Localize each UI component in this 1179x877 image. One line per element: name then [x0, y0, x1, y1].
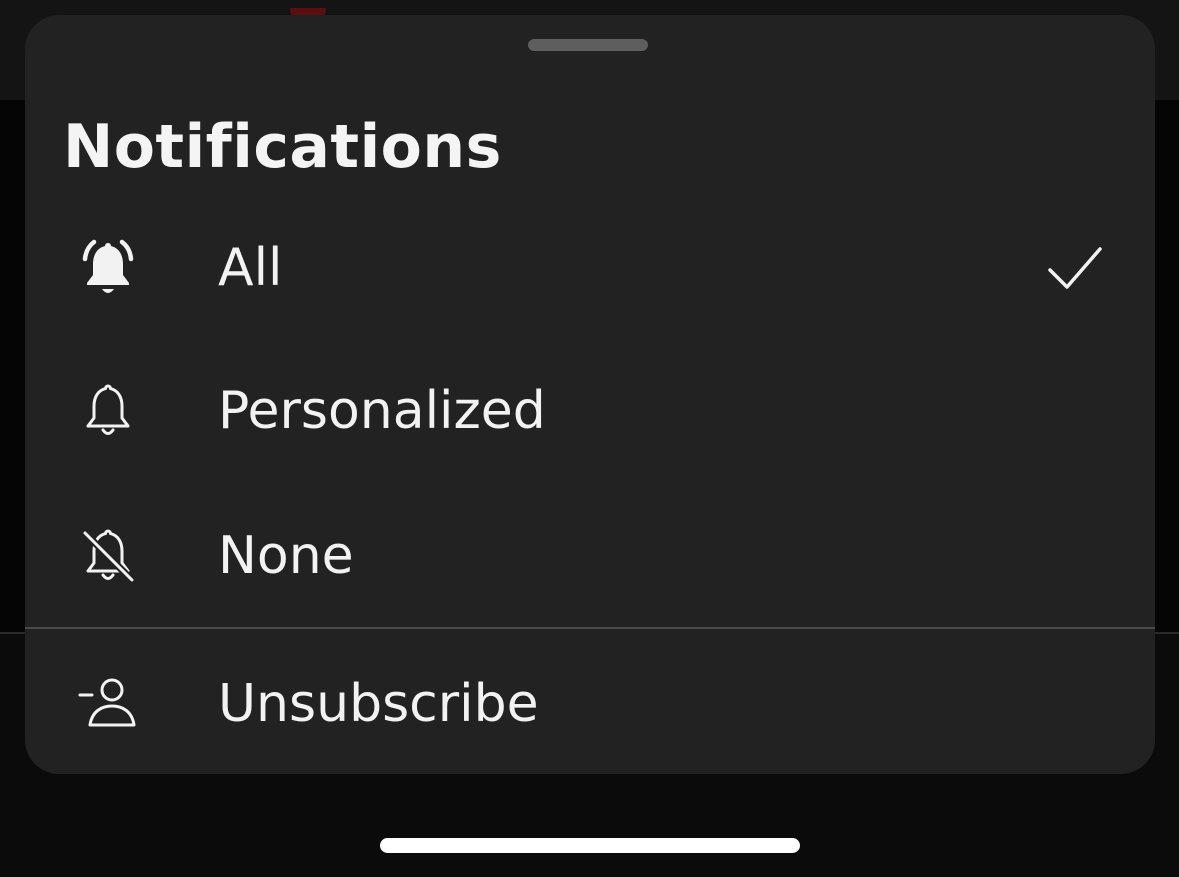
home-indicator[interactable]	[380, 838, 800, 853]
drag-handle[interactable]	[528, 39, 648, 51]
option-none[interactable]: None	[25, 491, 1155, 621]
option-label: None	[218, 526, 354, 586]
unsubscribe-button[interactable]: Unsubscribe	[25, 639, 1155, 769]
unsubscribe-label: Unsubscribe	[218, 674, 539, 734]
notifications-bottom-sheet: Notifications All Personalized None Unsu…	[25, 15, 1155, 774]
divider	[25, 627, 1155, 629]
bell-ringing-icon	[77, 237, 139, 299]
option-all[interactable]: All	[25, 203, 1155, 333]
bell-outline-icon	[77, 380, 139, 442]
person-minus-icon	[77, 673, 139, 735]
screen: Notifications All Personalized None Unsu…	[0, 0, 1179, 877]
option-label: All	[218, 238, 283, 298]
bell-off-icon	[77, 525, 139, 587]
option-personalized[interactable]: Personalized	[25, 346, 1155, 476]
checkmark-icon	[1045, 243, 1105, 293]
sheet-title: Notifications	[63, 112, 502, 182]
option-label: Personalized	[218, 381, 546, 441]
